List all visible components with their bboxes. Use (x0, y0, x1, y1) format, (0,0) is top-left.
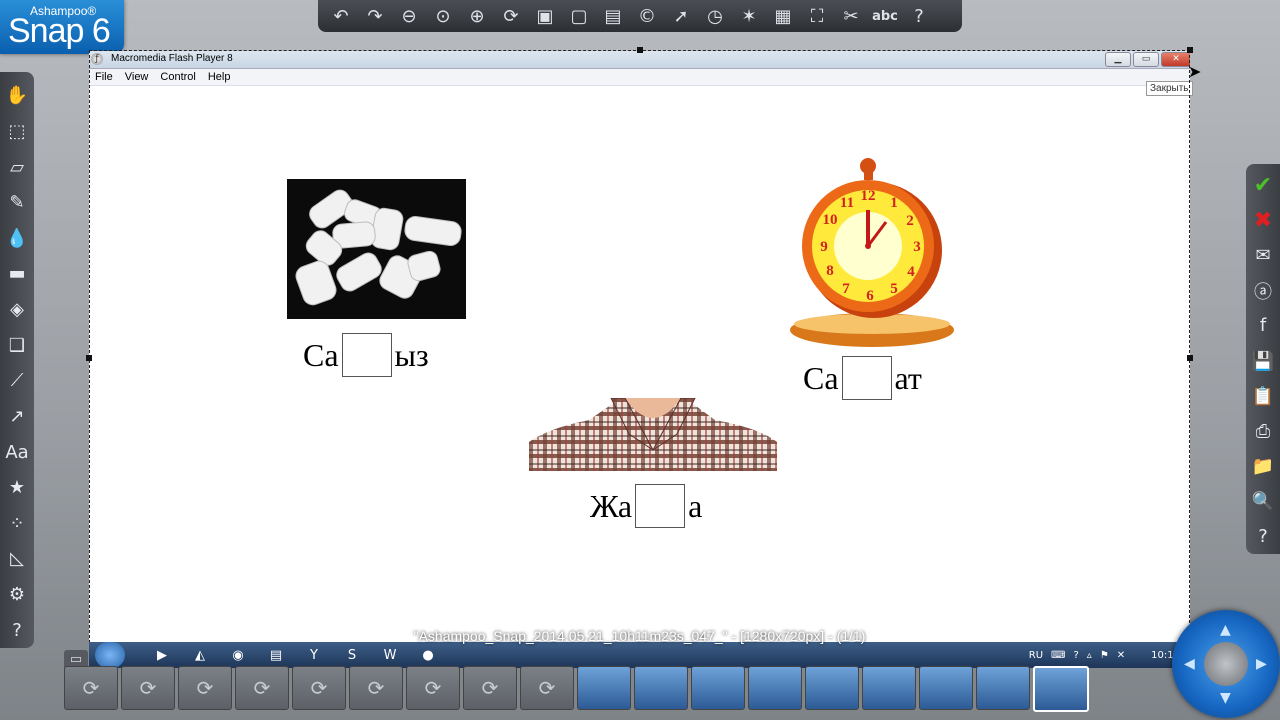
thumbnail-screenshot[interactable] (634, 666, 688, 710)
fill-icon[interactable]: ◈ (2, 292, 32, 328)
ruler-icon[interactable]: ◺ (2, 541, 32, 577)
nav-right-icon[interactable]: ▶ (1256, 656, 1267, 672)
help-tray-icon[interactable]: ? (1073, 650, 1078, 661)
capture-caption: "Ashampoo_Snap_2014.05.21_10h11m23s_047_… (413, 628, 866, 644)
settings-icon[interactable]: ⚙ (2, 577, 32, 613)
timer-icon[interactable]: ◷ (698, 2, 732, 30)
zoom-out-icon[interactable]: ⊖ (392, 2, 426, 30)
print-icon[interactable]: ⎙ (1248, 414, 1278, 449)
web-icon[interactable]: ⓐ (1248, 273, 1278, 308)
thumbnail-placeholder[interactable]: ⟳ (292, 666, 346, 710)
thumbnail-placeholder[interactable]: ⟳ (121, 666, 175, 710)
thumbnail-strip: ⟳ ⟳ ⟳ ⟳ ⟳ ⟳ ⟳ ⟳ ⟳ (64, 666, 1174, 716)
nav-down-icon[interactable]: ▼ (1220, 690, 1231, 706)
email-icon[interactable]: ✉ (1248, 238, 1278, 273)
resize-handle-top-right[interactable] (1187, 47, 1193, 53)
arrow-icon[interactable]: ↗ (2, 399, 32, 435)
hand-icon[interactable]: ✋ (2, 78, 32, 114)
resize-handle-top[interactable] (637, 47, 643, 53)
thumbnail-placeholder[interactable]: ⟳ (64, 666, 118, 710)
app-logo: Ashampoo® Snap 6 (0, 0, 124, 54)
navigation-wheel[interactable]: ▲ ▼ ◀ ▶ (1172, 610, 1280, 718)
help-icon[interactable]: ? (2, 612, 32, 648)
thumbnail-placeholder[interactable]: ⟳ (349, 666, 403, 710)
thumbnail-screenshot[interactable] (577, 666, 631, 710)
capture-selection-border (89, 50, 1190, 668)
thumbnail-screenshot[interactable] (1033, 666, 1089, 712)
nav-center-button[interactable] (1204, 642, 1248, 686)
thumbnail-placeholder[interactable]: ⟳ (406, 666, 460, 710)
network-icon[interactable]: ▵ (1087, 650, 1092, 661)
language-indicator[interactable]: RU (1029, 650, 1043, 661)
layers-icon[interactable]: ▦ (766, 2, 800, 30)
effects-icon[interactable]: ✶ (732, 2, 766, 30)
right-toolbar: ✔ ✖ ✉ ⓐ f 💾 📋 ⎙ 📁 🔍? (1246, 164, 1280, 554)
nav-left-icon[interactable]: ◀ (1184, 656, 1195, 672)
watermark-icon[interactable]: © (630, 2, 664, 30)
pencil-icon[interactable]: ✎ (2, 185, 32, 221)
folder-icon[interactable]: 📁 (1248, 449, 1278, 484)
thumbnail-screenshot[interactable] (691, 666, 745, 710)
top-toolbar: ↶ ↷ ⊖ ⊙ ⊕ ⟳ ▣ ▢ ▤ © ➚ ◷ ✶ ▦ ⛶ ✂ abc? (318, 0, 962, 32)
thumbnail-placeholder[interactable]: ⟳ (463, 666, 517, 710)
undo-icon[interactable]: ↶ (324, 2, 358, 30)
eraser-icon[interactable]: ▱ (2, 149, 32, 185)
cut-icon[interactable]: ✂ (834, 2, 868, 30)
crop-icon[interactable]: ⛶ (800, 2, 834, 30)
numbering-icon[interactable]: ⁘ (2, 506, 32, 542)
thumbnail-placeholder[interactable]: ⟳ (178, 666, 232, 710)
flag-icon[interactable]: ⚑ (1100, 650, 1109, 661)
thumbnail-screenshot[interactable] (862, 666, 916, 710)
brush-icon[interactable]: ⟋ (2, 363, 32, 399)
shapes-icon[interactable]: ❑ (2, 327, 32, 363)
accept-icon[interactable]: ✔ (1248, 168, 1278, 203)
resize-handle-right[interactable] (1187, 355, 1193, 361)
zoom-actual-icon[interactable]: ⊙ (426, 2, 460, 30)
thumbnail-screenshot[interactable] (976, 666, 1030, 710)
rotate-icon[interactable]: ⟳ (494, 2, 528, 30)
thumbnail-placeholder[interactable]: ⟳ (520, 666, 574, 710)
thumbnail-screenshot[interactable] (748, 666, 802, 710)
left-toolbar: ✋ ⬚ ▱ ✎ 💧 ▬ ◈ ❑ ⟋ ↗ Aa ★ ⁘ ◺ ⚙? (0, 72, 34, 648)
text-icon[interactable]: Aa (2, 434, 32, 470)
help-icon[interactable]: ? (1248, 519, 1278, 554)
pointer-icon[interactable]: ➚ (664, 2, 698, 30)
select-icon[interactable]: ⬚ (2, 114, 32, 150)
resize-handle-left[interactable] (86, 355, 92, 361)
help-icon[interactable]: ? (902, 2, 936, 30)
highlight-icon[interactable]: ▬ (2, 256, 32, 292)
thumbnail-screenshot[interactable] (805, 666, 859, 710)
border-icon[interactable]: ▤ (596, 2, 630, 30)
keyboard-icon[interactable]: ⌨ (1051, 650, 1065, 661)
save-icon[interactable]: 💾 (1248, 343, 1278, 378)
spellcheck-icon[interactable]: abc (868, 2, 902, 30)
blur-icon[interactable]: 💧 (2, 221, 32, 257)
nav-up-icon[interactable]: ▲ (1220, 622, 1231, 638)
image-icon[interactable]: ▣ (528, 2, 562, 30)
zoom-in-icon[interactable]: ⊕ (460, 2, 494, 30)
clipboard-icon[interactable]: 📋 (1248, 379, 1278, 414)
volume-muted-icon[interactable]: ✕ (1117, 650, 1125, 661)
mouse-cursor-icon: ➤ (1188, 62, 1202, 81)
stamp-icon[interactable]: ★ (2, 470, 32, 506)
thumbnail-screenshot[interactable] (919, 666, 973, 710)
canvas-icon[interactable]: ▢ (562, 2, 596, 30)
thumbnail-placeholder[interactable]: ⟳ (235, 666, 289, 710)
facebook-icon[interactable]: f (1248, 308, 1278, 343)
open-folder-icon[interactable]: 🔍 (1248, 484, 1278, 519)
discard-icon[interactable]: ✖ (1248, 203, 1278, 238)
redo-icon[interactable]: ↷ (358, 2, 392, 30)
system-tray: RU ⌨ ? ▵ ⚑ ✕ 10:11 (1029, 650, 1190, 661)
